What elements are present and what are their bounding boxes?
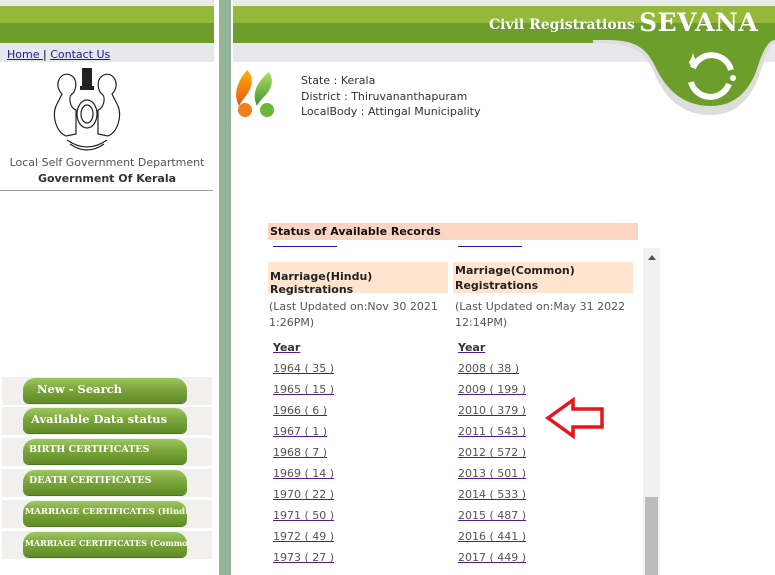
record-link[interactable]: 1973 ( 27 ) — [273, 551, 334, 564]
sevana-badge — [593, 40, 775, 115]
record-link[interactable]: 2016 ( 441 ) — [458, 530, 526, 543]
department-name: Local Self Government Department — [9, 156, 205, 169]
updated-line: 1:26PM) — [269, 316, 315, 329]
record-link[interactable]: 2012 ( 572 ) — [458, 446, 526, 459]
record-link[interactable]: 2013 ( 501 ) — [458, 467, 526, 480]
government-name: Government Of Kerala — [37, 172, 177, 185]
scroll-thumb[interactable] — [645, 497, 658, 575]
district-label: District : Thiruvananthapuram — [301, 90, 468, 103]
hindu-column-header: Marriage(Hindu) Registrations — [268, 262, 448, 296]
record-link[interactable]: 2014 ( 533 ) — [458, 488, 526, 501]
record-link[interactable]: 2009 ( 199 ) — [458, 383, 526, 396]
top-bar-dark — [0, 23, 214, 43]
record-link[interactable]: 1968 ( 7 ) — [273, 446, 327, 459]
updated-line: (Last Updated on:Nov 30 2021 — [269, 300, 438, 313]
top-links: Home | Contact Us — [7, 48, 110, 61]
record-link[interactable]: 1965 ( 15 ) — [273, 383, 334, 396]
menu-row: BIRTH CERTIFICATES — [2, 438, 212, 466]
localbody-label: LocalBody : Attingal Municipality — [301, 105, 481, 118]
home-link[interactable]: Home — [7, 48, 43, 61]
record-link[interactable]: 1972 ( 49 ) — [273, 530, 334, 543]
left-panel: Home | Contact Us Local Self Government … — [0, 0, 214, 575]
marriage-certificates-hindu-button[interactable]: MARRIAGE CERTIFICATES (Hindu) — [23, 501, 187, 526]
updated-line: (Last Updated on:May 31 2022 — [455, 300, 626, 313]
record-link[interactable]: 2015 ( 487 ) — [458, 509, 526, 522]
state-label: State : Kerala — [301, 74, 376, 87]
record-link[interactable]: 2008 ( 38 ) — [458, 362, 519, 375]
common-updated: (Last Updated on:May 31 2022 12:14PM) — [455, 299, 625, 331]
updated-line: 12:14PM) — [455, 316, 508, 329]
top-bar-light — [0, 6, 214, 23]
left-divider — [0, 190, 213, 191]
common-year-header[interactable]: Year — [458, 341, 485, 354]
frame-separator — [219, 0, 231, 575]
menu-row: Available Data status — [2, 407, 212, 435]
death-certificates-button[interactable]: DEATH CERTIFICATES — [23, 470, 187, 495]
record-link[interactable]: 2010 ( 379 ) — [458, 404, 526, 417]
record-link[interactable]: 2011 ( 543 ) — [458, 425, 526, 438]
link-separator: | — [42, 48, 47, 61]
hindu-year-header[interactable]: Year — [273, 341, 300, 354]
scroll-up-arrow-icon[interactable] — [648, 255, 656, 260]
birth-certificates-button[interactable]: BIRTH CERTIFICATES — [23, 439, 187, 464]
record-link[interactable]: 1969 ( 14 ) — [273, 467, 334, 480]
record-link[interactable]: 1966 ( 6 ) — [273, 404, 327, 417]
available-data-status-button[interactable]: Available Data status — [23, 408, 187, 433]
red-arrow-annotation — [545, 396, 604, 440]
lsgd-logo-icon — [236, 70, 274, 117]
record-link[interactable]: 1964 ( 35 ) — [273, 362, 334, 375]
status-header: Status of Available Records — [268, 223, 638, 240]
header-subtitle: Civil Registrations — [489, 17, 635, 33]
brand-title: SEVANA — [639, 8, 759, 37]
menu-row: New - Search — [2, 377, 212, 405]
record-link[interactable]: 1967 ( 1 ) — [273, 425, 327, 438]
link-stub[interactable] — [273, 246, 337, 247]
menu-row: MARRIAGE CERTIFICATES (Common) — [2, 531, 212, 559]
record-link[interactable]: 1970 ( 22 ) — [273, 488, 334, 501]
kerala-emblem-icon — [53, 68, 121, 151]
contact-us-link[interactable]: Contact Us — [50, 48, 110, 61]
link-stub[interactable] — [458, 246, 522, 247]
marriage-certificates-common-button[interactable]: MARRIAGE CERTIFICATES (Common) — [23, 532, 187, 557]
hindu-updated: (Last Updated on:Nov 30 2021 1:26PM) — [269, 299, 438, 331]
menu-row: DEATH CERTIFICATES — [2, 469, 212, 497]
new-search-button[interactable]: New - Search — [23, 378, 187, 403]
record-link[interactable]: 1971 ( 50 ) — [273, 509, 334, 522]
vertical-scrollbar[interactable] — [643, 248, 660, 575]
common-column-header: Marriage(Common) Registrations — [453, 262, 633, 293]
menu-row: MARRIAGE CERTIFICATES (Hindu) — [2, 500, 212, 528]
record-link[interactable]: 2017 ( 449 ) — [458, 551, 526, 564]
